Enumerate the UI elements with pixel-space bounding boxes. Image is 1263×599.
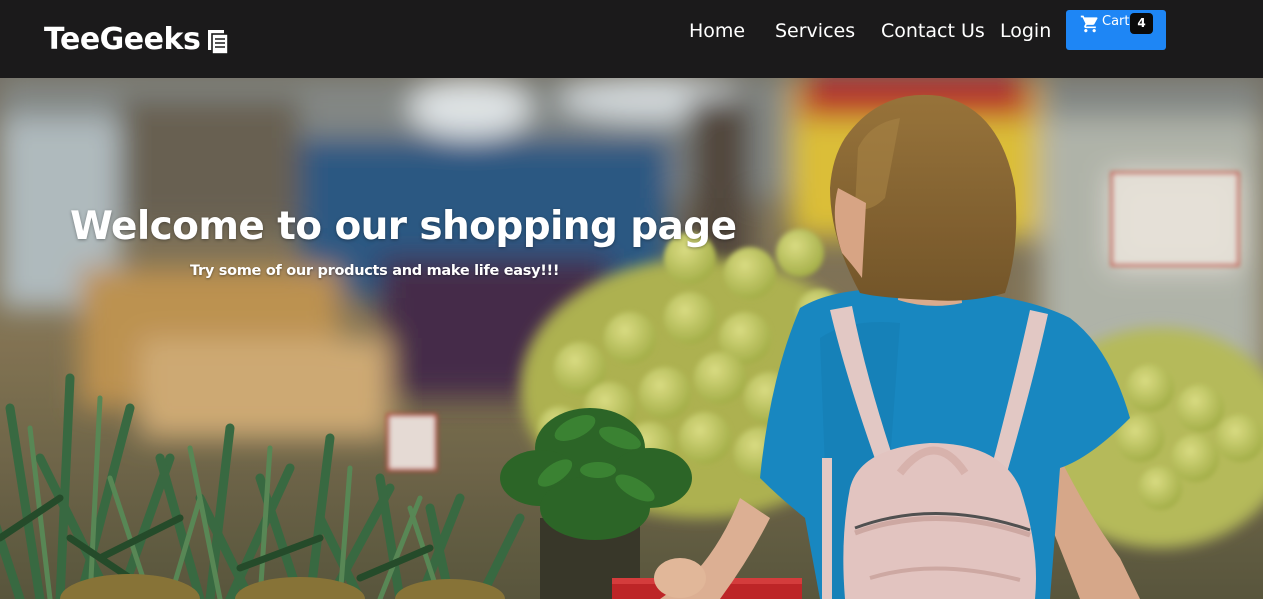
nav-link-services[interactable]: Services (775, 19, 855, 43)
nav-link-home[interactable]: Home (689, 19, 745, 43)
brand-name: TeeGeeks (44, 22, 201, 57)
page: TeeGeeks Home Services Contact Us Login … (0, 0, 1263, 599)
brand-logo[interactable]: TeeGeeks (44, 20, 230, 60)
cart-label: Cart (1102, 14, 1130, 29)
hero-title: Welcome to our shopping page (70, 204, 737, 249)
document-icon (208, 30, 230, 55)
hero-subtitle: Try some of our products and make life e… (190, 263, 560, 279)
shopping-cart-icon (1080, 15, 1098, 33)
cart-count-badge: 4 (1130, 13, 1153, 34)
hero-background-image (0, 78, 1263, 599)
nav-link-login[interactable]: Login (1000, 19, 1051, 43)
cart-button[interactable]: Cart 4 (1066, 10, 1166, 50)
navbar: TeeGeeks Home Services Contact Us Login … (0, 0, 1263, 78)
hero-section: Welcome to our shopping page Try some of… (0, 78, 1263, 599)
nav-link-contact-us[interactable]: Contact Us (881, 19, 985, 43)
